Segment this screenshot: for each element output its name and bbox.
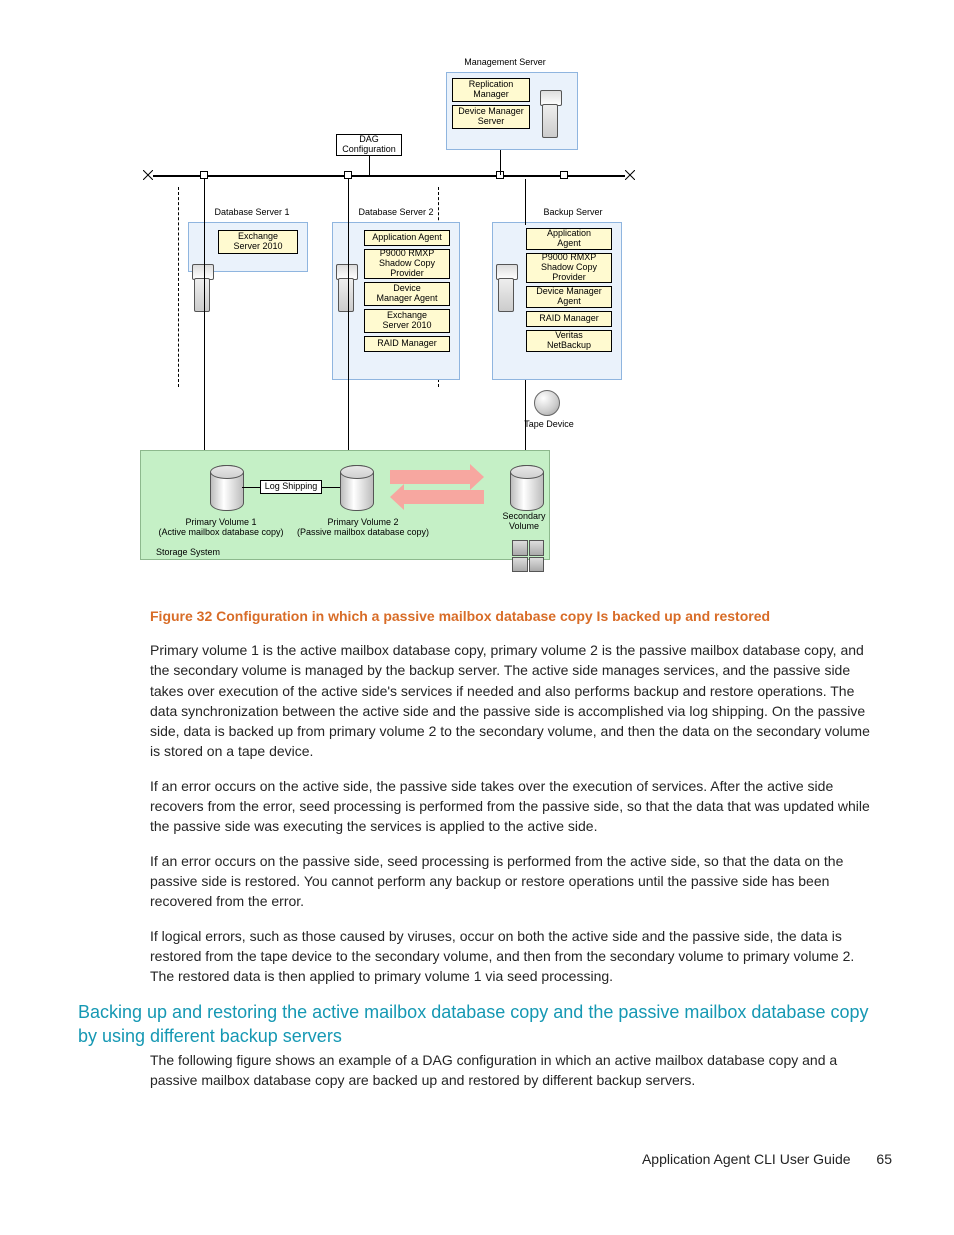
db-server-1-title: Database Server 1 [202,208,302,218]
raid-manager-2: RAID Manager [364,336,450,352]
server-icon [336,264,356,312]
arrow-left-icon [404,490,484,504]
management-server-title: Management Server [450,58,560,68]
page-number: 65 [876,1151,892,1167]
exchange-2010-2: Exchange Server 2010 [364,309,450,333]
exchange-2010-a: Exchange Server 2010 [218,230,298,254]
section-heading: Backing up and restoring the active mail… [78,1000,878,1049]
arrow-right-icon [390,470,470,484]
primary-vol1-label: Primary Volume 1 (Active mailbox databas… [146,518,296,538]
server-icon [496,264,516,312]
db-server-2-title: Database Server 2 [346,208,446,218]
replication-manager-box: Replication Manager [452,78,530,102]
device-manager-server-box: Device Manager Server [452,105,530,129]
cylinder-icon [510,465,542,509]
body-paragraph: If logical errors, such as those caused … [150,926,880,987]
raid-manager-bk: RAID Manager [526,311,612,327]
primary-vol2-label: Primary Volume 2 (Passive mailbox databa… [288,518,438,538]
netbackup-box: Veritas NetBackup [526,330,612,352]
storage-system-label: Storage System [156,548,256,558]
body-paragraph: If an error occurs on the active side, t… [150,776,880,837]
bus-end-right [625,170,635,180]
conn [525,179,526,225]
cylinder-icon [210,465,242,509]
conn [204,179,205,479]
storage-grid-icon [512,540,544,572]
dag-dash-left [178,187,179,387]
bus-tick [200,171,208,179]
figure-caption: Figure 32 Configuration in which a passi… [150,608,880,624]
device-manager-agent-2: Device Manager Agent [364,282,450,306]
app-agent-2: Application Agent [364,230,450,246]
body-paragraph: If an error occurs on the passive side, … [150,851,880,912]
stub [500,150,501,175]
network-bus [150,175,628,177]
log-shipping-label: Log Shipping [260,480,322,494]
architecture-diagram: Management Server Replication Manager De… [140,50,640,590]
body-paragraph: The following figure shows an example of… [150,1050,880,1091]
secondary-vol-label: Secondary Volume [484,512,564,532]
stub [369,156,370,175]
bus-tick [344,171,352,179]
app-agent-bk: Application Agent [526,228,612,250]
tape-sphere-icon [534,390,560,416]
server-icon [192,264,212,312]
dag-configuration-box: DAG Configuration [336,134,402,156]
shadow-copy-bk: P9000 RMXP Shadow Copy Provider [526,253,612,283]
page-footer: Application Agent CLI User Guide 65 [642,1151,892,1167]
body-paragraph: Primary volume 1 is the active mailbox d… [150,640,880,762]
device-manager-agent-bk: Device Manager Agent [526,286,612,308]
backup-server-title: Backup Server [528,208,618,218]
server-icon [540,90,560,138]
bus-tick [560,171,568,179]
shadow-copy-2: P9000 RMXP Shadow Copy Provider [364,249,450,279]
conn [348,179,349,479]
footer-doc-title: Application Agent CLI User Guide [642,1151,851,1167]
cylinder-icon [340,465,372,509]
bus-end-left [143,170,153,180]
